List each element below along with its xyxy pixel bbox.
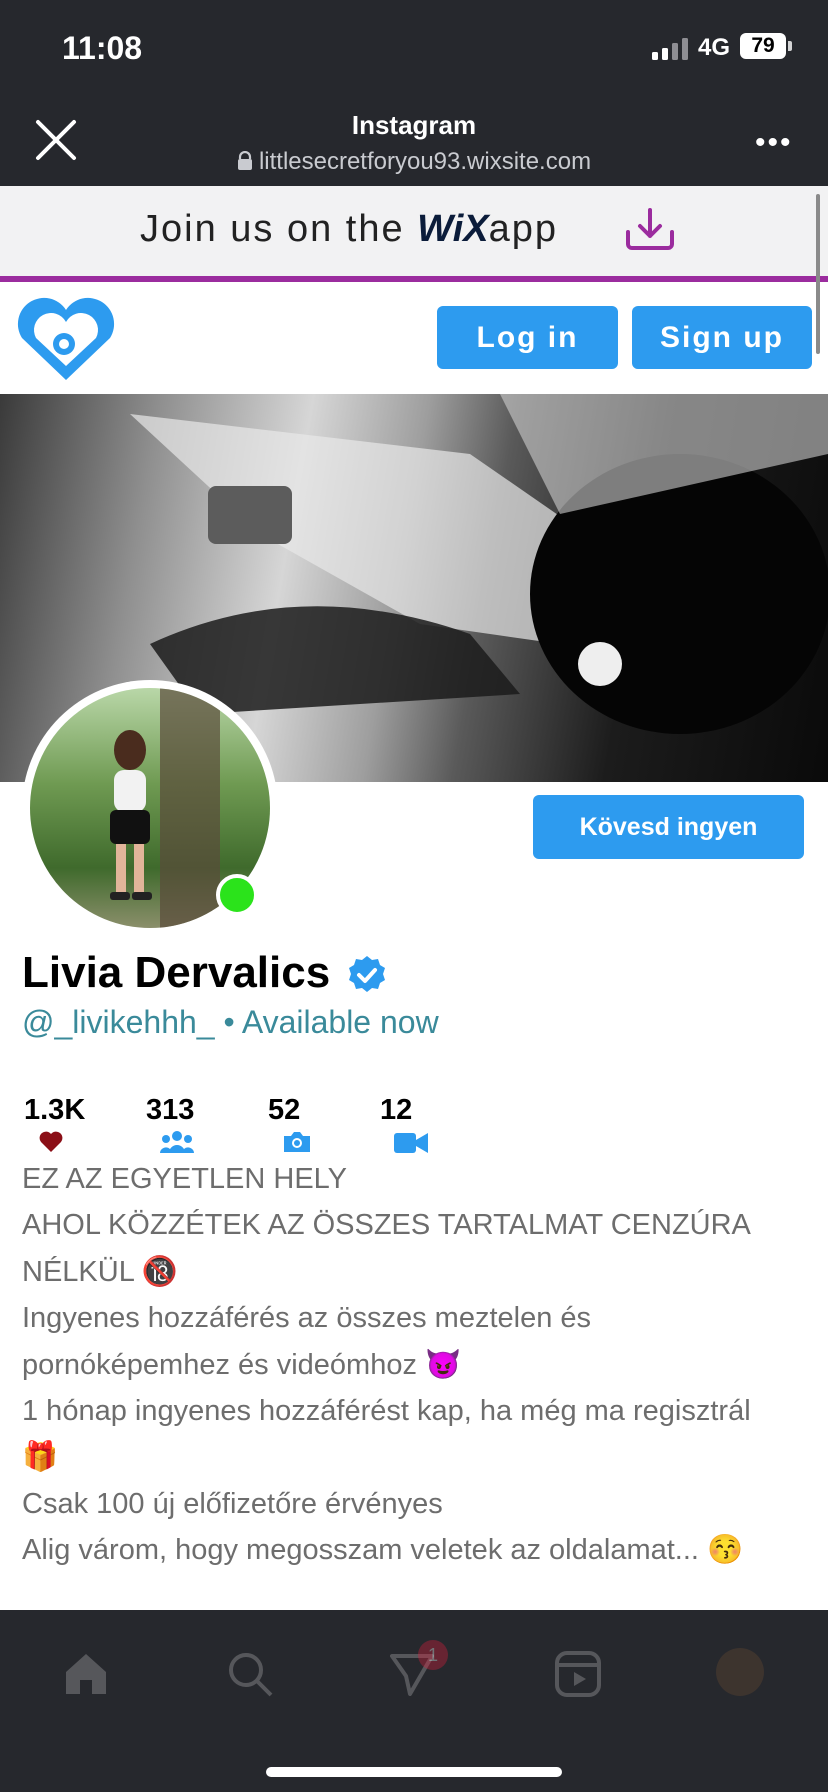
- stat-followers: 313: [146, 1094, 194, 1160]
- lock-icon: [237, 150, 252, 170]
- browser-url[interactable]: littlesecretforyou93.wixsite.com: [0, 148, 828, 176]
- profile-handle: @_livikehhh_ • Available now: [22, 1004, 439, 1041]
- bio-line: 1 hónap ingyenes hozzáférést kap, ha még…: [22, 1395, 751, 1428]
- stat-videos: 12: [380, 1094, 428, 1160]
- home-indicator[interactable]: [266, 1767, 562, 1777]
- availability-text: • Available now: [214, 1004, 439, 1040]
- notification-badge: 1: [418, 1640, 448, 1670]
- signup-button[interactable]: Sign up: [632, 306, 812, 369]
- wix-banner-text: Join us on the WiXapp: [140, 208, 558, 251]
- bio-line: EZ AZ EGYETLEN HELY: [22, 1163, 348, 1195]
- bio-line: Ingyenes hozzáférés az összes meztelen é…: [22, 1302, 592, 1335]
- follow-free-button[interactable]: Kövesd ingyen: [533, 795, 804, 859]
- wix-banner-prefix: Join us on the: [140, 208, 418, 250]
- profile-avatar[interactable]: [22, 680, 278, 936]
- stat-likes-value: 1.3K: [24, 1094, 86, 1126]
- profile-bio: EZ AZ EGYETLEN HELY AHOL KÖZZÉTEK AZ ÖSS…: [22, 1156, 812, 1574]
- status-time: 11:08: [62, 30, 143, 66]
- browser-url-text: littlesecretforyou93.wixsite.com: [258, 148, 592, 175]
- stat-photos: 52: [268, 1094, 312, 1160]
- network-label: 4G: [698, 34, 731, 61]
- signal-icon: [652, 38, 688, 60]
- web-page: Join us on the WiXapp Log in Sign up Köv…: [0, 186, 828, 1610]
- battery-tip: [788, 41, 792, 51]
- site-logo-icon[interactable]: [12, 296, 120, 384]
- bio-line: AHOL KÖZZÉTEK AZ ÖSSZES TARTALMAT CENZÚR…: [22, 1209, 751, 1242]
- wix-banner-suffix: app: [488, 208, 559, 250]
- wix-logo: WiX: [417, 208, 489, 250]
- stat-videos-value: 12: [380, 1094, 413, 1126]
- online-status-dot: [216, 874, 258, 916]
- stat-likes: 1.3K: [24, 1094, 85, 1160]
- stat-followers-value: 313: [146, 1094, 195, 1126]
- bio-line: Csak 100 új előfizetőre érvényes: [22, 1487, 443, 1520]
- profile-name: Livia Dervalics: [22, 948, 331, 997]
- profile-tab-avatar[interactable]: [716, 1648, 764, 1696]
- scrollbar[interactable]: [816, 194, 820, 354]
- verified-badge-icon: [349, 956, 385, 992]
- browser-title: Instagram: [351, 110, 477, 140]
- bottom-nav: [0, 1610, 828, 1792]
- stat-photos-value: 52: [268, 1094, 301, 1126]
- battery-icon: 79: [740, 33, 786, 59]
- video-icon: [394, 1133, 428, 1153]
- more-options-button[interactable]: •••: [755, 126, 793, 160]
- bio-line: pornóképemhez és videómhoz 😈: [22, 1348, 462, 1381]
- camera-icon: [284, 1132, 310, 1152]
- heart-icon: [39, 1131, 63, 1152]
- bio-line: Alig várom, hogy megosszam veletek az ol…: [22, 1534, 744, 1567]
- search-icon[interactable]: [226, 1650, 274, 1698]
- bio-line: 🎁: [22, 1441, 59, 1474]
- login-button[interactable]: Log in: [437, 306, 618, 369]
- reels-icon[interactable]: [554, 1650, 602, 1698]
- download-icon[interactable]: [622, 206, 678, 254]
- bio-line: NÉLKÜL 🔞: [22, 1255, 178, 1288]
- users-icon: [160, 1131, 194, 1153]
- handle-text[interactable]: @_livikehhh_: [22, 1004, 215, 1040]
- home-icon[interactable]: [62, 1650, 110, 1698]
